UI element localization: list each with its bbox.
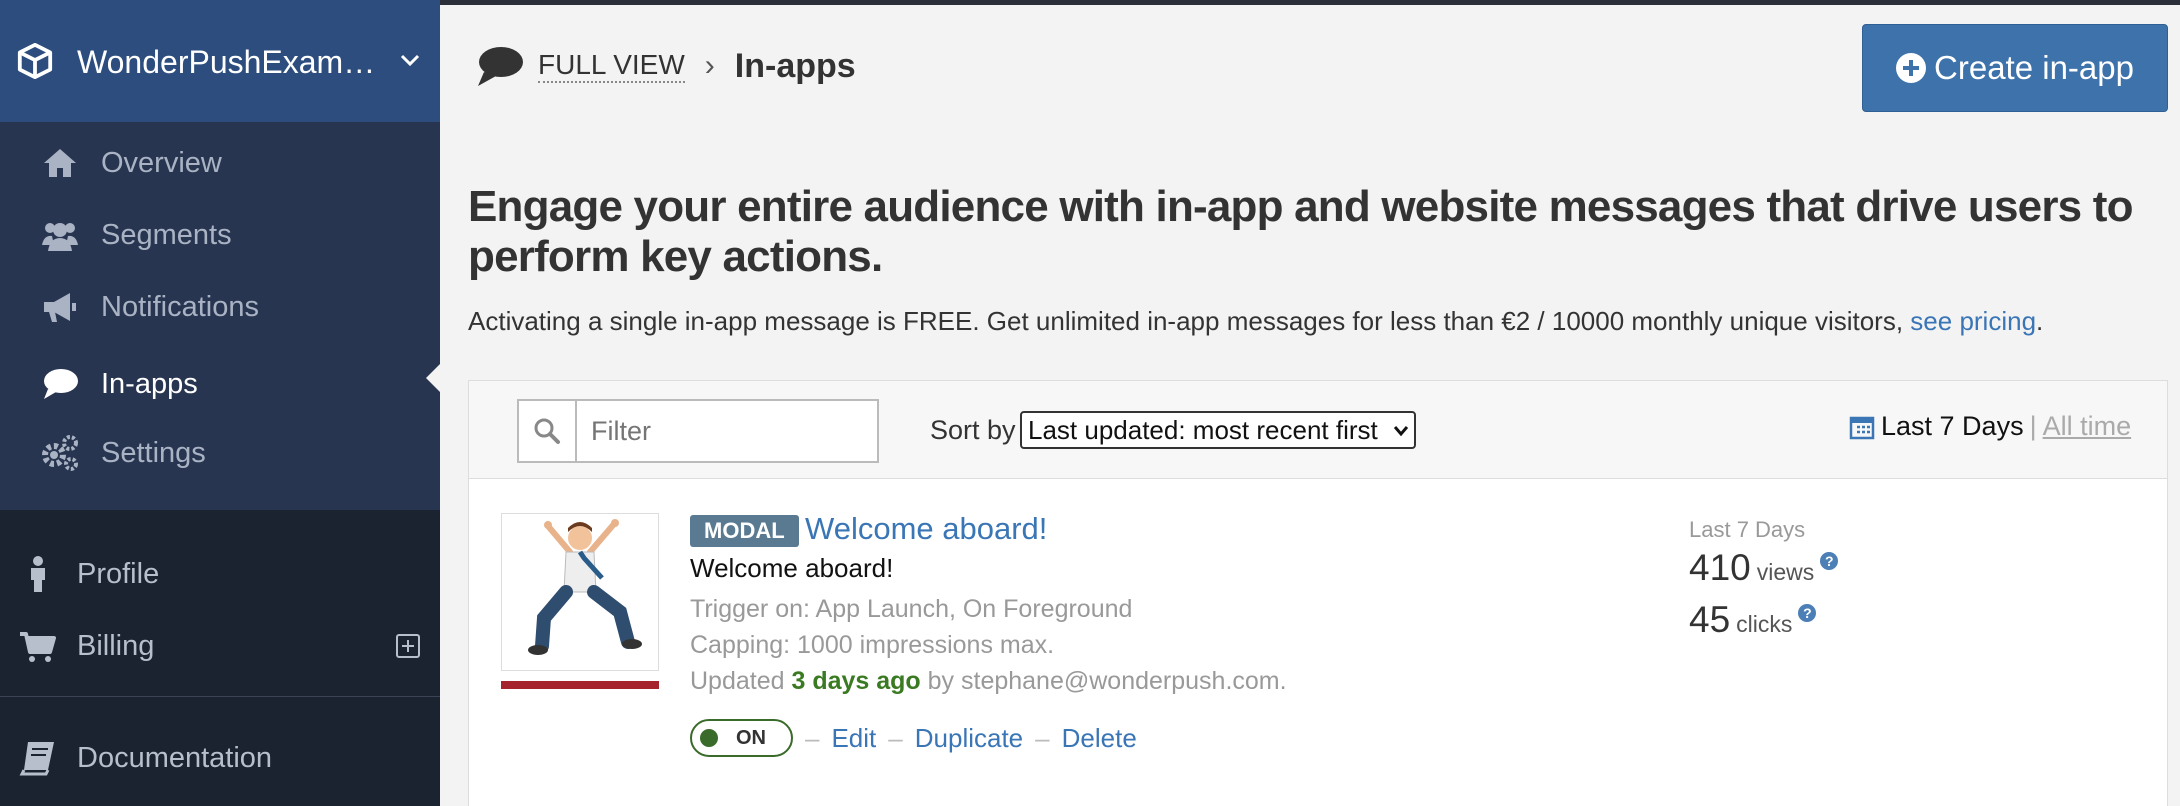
sidebar-item-label: Settings: [101, 436, 206, 469]
sidebar-item-segments[interactable]: Segments: [0, 200, 440, 270]
help-icon[interactable]: ?: [1798, 604, 1817, 622]
active-indicator: [426, 364, 440, 392]
cogs-icon: [42, 435, 78, 471]
book-icon: [19, 742, 54, 776]
range-last-7-days[interactable]: Last 7 Days: [1881, 411, 2024, 442]
users-icon: [42, 223, 78, 251]
home-icon: [44, 149, 76, 177]
sidebar-item-billing[interactable]: Billing: [0, 614, 440, 678]
filter-input[interactable]: [577, 415, 867, 447]
sidebar-item-documentation[interactable]: Documentation: [0, 726, 440, 790]
updated-by: by stephane@wonderpush.com.: [920, 667, 1287, 695]
edit-link[interactable]: Edit: [831, 723, 876, 754]
plus-circle-icon: [1896, 53, 1927, 83]
in-app-updated: Updated 3 days ago by stephane@wonderpus…: [690, 667, 1287, 696]
action-separator: –: [888, 722, 903, 753]
toggle-dot: [700, 729, 718, 747]
updated-prefix: Updated: [690, 667, 792, 695]
in-app-subtitle: Welcome aboard!: [690, 553, 894, 583]
in-app-actions: ON – Edit – Duplicate – Delete: [690, 719, 1137, 757]
action-separator: –: [805, 722, 820, 753]
date-range: Last 7 Days | All time: [1849, 411, 2131, 442]
chevron-down-icon: [1394, 426, 1408, 437]
views-stat: 410 views ?: [1689, 547, 1839, 589]
in-app-capping: Capping: 1000 impressions max.: [690, 631, 1055, 659]
intro-headline: Engage your entire audience with in-app …: [468, 182, 2133, 281]
sidebar: WonderPushExam… Overview Segments Notifi…: [0, 0, 440, 806]
bullhorn-icon: [44, 293, 76, 322]
search-icon: [519, 401, 577, 461]
sidebar-item-label: Segments: [101, 218, 232, 251]
comment-icon: [44, 369, 78, 399]
range-all-time[interactable]: All time: [2043, 411, 2132, 442]
intro-text-body: Activating a single in-app message is FR…: [468, 306, 1911, 336]
sort-label: Sort by: [930, 415, 1016, 445]
duplicate-link[interactable]: Duplicate: [915, 723, 1023, 754]
sidebar-item-label: In-apps: [101, 367, 198, 400]
breadcrumb-separator: ›: [704, 49, 715, 82]
breadcrumb: FULL VIEW › In-apps: [474, 44, 856, 88]
sidebar-item-profile[interactable]: Profile: [0, 542, 440, 606]
in-app-trigger: Trigger on: App Launch, On Foreground: [690, 595, 1133, 623]
sidebar-item-label: Notifications: [101, 290, 259, 323]
person-jumping-illustration: [528, 519, 642, 655]
chevron-down-icon: [400, 54, 420, 67]
calendar-icon: [1849, 416, 1875, 439]
sidebar-divider: [0, 696, 440, 697]
sidebar-item-overview[interactable]: Overview: [0, 128, 440, 198]
toggle-label: ON: [736, 726, 766, 749]
active-toggle[interactable]: ON: [690, 719, 793, 757]
updated-ago: 3 days ago: [791, 667, 921, 695]
person-icon: [31, 556, 45, 592]
expand-icon[interactable]: [396, 634, 420, 658]
sort-select[interactable]: Last updated: most recent first: [1020, 411, 1416, 449]
page-title: In-apps: [734, 46, 856, 85]
sidebar-nav: Overview Segments Notifications In-apps …: [0, 122, 440, 510]
app-switcher[interactable]: WonderPushExam…: [0, 0, 440, 122]
sort-select-value: Last updated: most recent first: [1028, 414, 1378, 445]
create-in-app-label: Create in-app: [1934, 49, 2134, 86]
sidebar-item-notifications[interactable]: Notifications: [0, 272, 440, 342]
action-separator: –: [1035, 722, 1050, 753]
sidebar-item-in-apps[interactable]: In-apps: [0, 349, 440, 419]
intro-text: Activating a single in-app message is FR…: [468, 306, 2043, 337]
delete-link[interactable]: Delete: [1062, 723, 1137, 754]
clicks-count: 45: [1689, 599, 1731, 640]
app-name: WonderPushExam…: [77, 44, 376, 80]
clicks-unit: clicks: [1736, 611, 1793, 637]
stats-period: Last 7 Days: [1689, 517, 1806, 542]
see-pricing-link[interactable]: see pricing: [1910, 306, 2036, 336]
format-badge: MODAL: [690, 515, 799, 547]
in-app-title-link[interactable]: Welcome aboard!: [805, 511, 1047, 547]
clicks-stat: 45 clicks ?: [1689, 599, 1817, 641]
sidebar-item-label: Documentation: [77, 741, 273, 774]
in-apps-panel: Sort by Last updated: most recent first …: [468, 380, 2168, 806]
list-toolbar: Sort by Last updated: most recent first …: [469, 381, 2167, 479]
sidebar-item-label: Billing: [77, 629, 155, 662]
range-separator: |: [2029, 411, 2037, 441]
sidebar-item-label: Profile: [77, 557, 160, 590]
filter-box: [517, 399, 879, 463]
views-count: 410: [1689, 547, 1751, 588]
thumbnail-accent-bar: [501, 681, 659, 689]
sidebar-secondary: Profile Billing Documentation: [0, 510, 440, 806]
help-icon[interactable]: ?: [1820, 552, 1839, 570]
in-app-thumbnail[interactable]: [501, 513, 659, 671]
cube-icon: [17, 42, 53, 80]
create-in-app-button[interactable]: Create in-app: [1862, 24, 2168, 112]
intro-text-end: .: [2036, 306, 2044, 336]
sidebar-item-settings[interactable]: Settings: [0, 418, 440, 488]
comment-icon: [478, 47, 523, 86]
sidebar-item-label: Overview: [101, 146, 222, 179]
cart-icon: [20, 632, 56, 662]
breadcrumb-full-view[interactable]: FULL VIEW: [538, 49, 685, 83]
views-unit: views: [1756, 559, 1815, 585]
